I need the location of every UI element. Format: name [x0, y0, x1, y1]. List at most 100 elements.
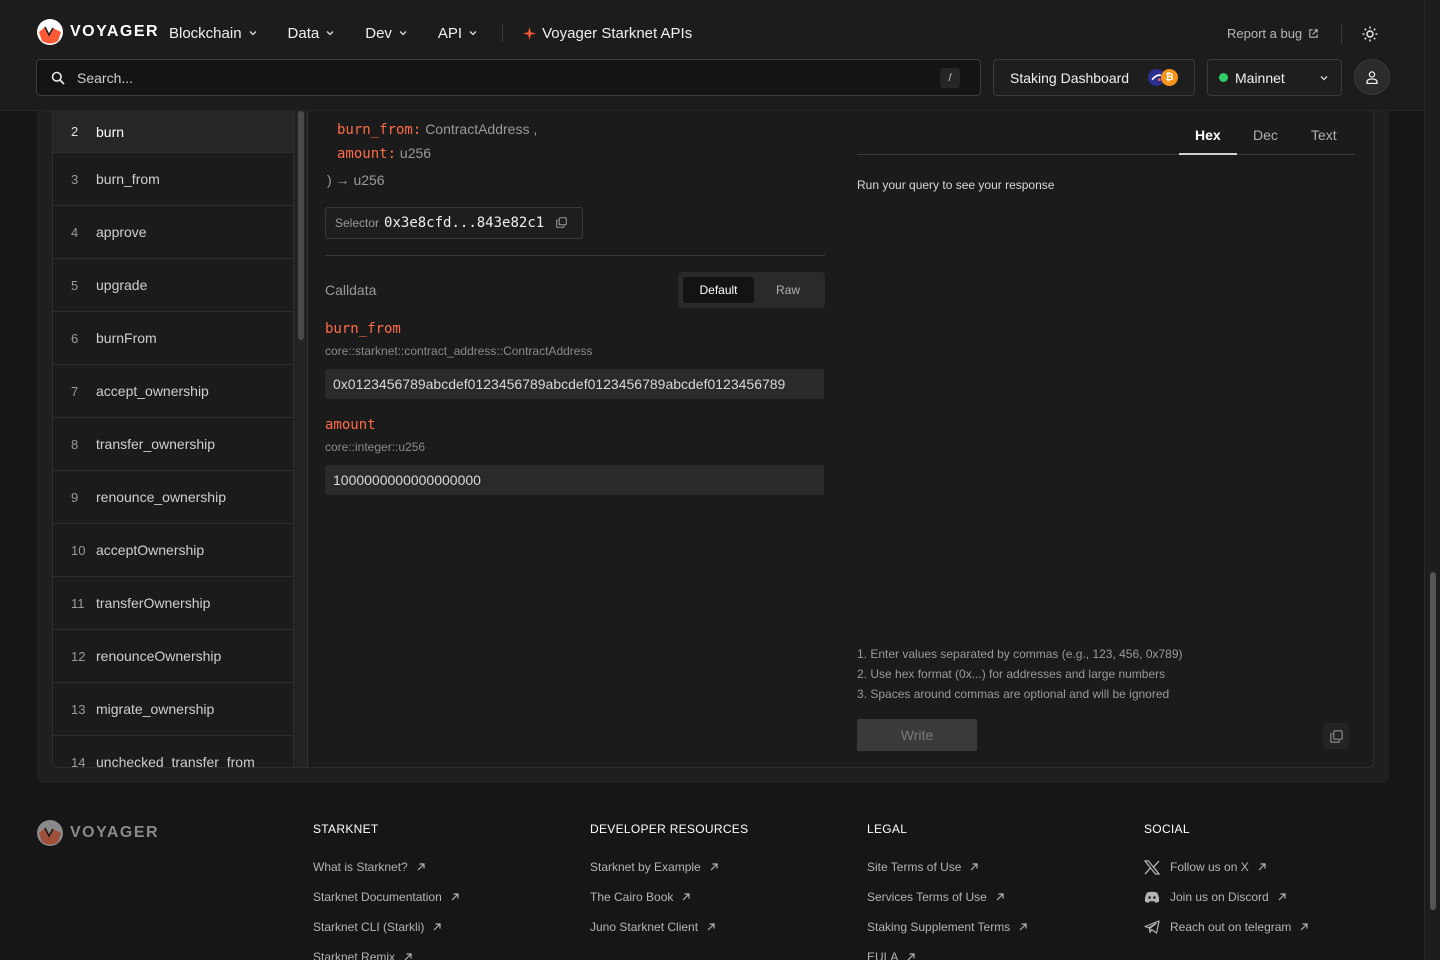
selector-box: Selector 0x3e8cfd...843e82c1 — [325, 207, 583, 239]
copy-icon[interactable] — [556, 215, 567, 231]
footer-link[interactable]: Services Terms of Use — [867, 882, 1028, 912]
footer-column-title: DEVELOPER RESOURCES — [590, 822, 749, 836]
function-name: accept_ownership — [96, 383, 209, 399]
selector-label: Selector — [335, 216, 380, 230]
arrow-up-right-icon — [1300, 923, 1309, 931]
arrow-up-right-icon — [1258, 863, 1266, 871]
nav-starknet-apis[interactable]: Voyager Starknet APIs — [523, 25, 692, 42]
link-label: Join us on Discord — [1170, 890, 1269, 904]
function-item-burnfrom[interactable]: 6 burnFrom — [53, 312, 293, 365]
burn-from-input[interactable]: 0x0123456789abcdef0123456789abcdef012345… — [325, 369, 824, 399]
function-index: 10 — [71, 542, 86, 558]
promo-label: Voyager Starknet APIs — [542, 24, 693, 42]
footer-link[interactable]: Starknet Remix — [313, 942, 460, 960]
tab-dec[interactable]: Dec — [1253, 127, 1278, 143]
footer-link[interactable]: Join us on Discord — [1144, 882, 1309, 912]
link-label: Reach out on telegram — [1170, 920, 1292, 934]
function-item-acceptownership[interactable]: 10 acceptOwnership — [53, 524, 293, 577]
function-list-scrollbar[interactable] — [294, 111, 308, 767]
scrollbar-thumb[interactable] — [1430, 572, 1436, 910]
network-selector[interactable]: Mainnet — [1207, 59, 1342, 96]
network-label: Mainnet — [1235, 69, 1285, 86]
nav-label: Data — [287, 24, 320, 42]
user-account-button[interactable] — [1354, 59, 1390, 95]
user-icon — [1366, 70, 1378, 84]
theme-toggle-button[interactable] — [1360, 24, 1380, 44]
footer-column-legal: LEGAL Site Terms of Use Services Terms o… — [867, 822, 1028, 960]
arg-type: core::integer::u256 — [325, 440, 426, 454]
footer-link[interactable]: Juno Starknet Client — [590, 912, 748, 942]
voyager-logo-icon — [37, 19, 63, 45]
section-divider — [325, 255, 825, 256]
nav-data[interactable]: Data — [288, 25, 336, 42]
mode-raw-button[interactable]: Raw — [758, 277, 818, 303]
function-item-unchecked-transfer-from[interactable]: 14 unchecked_transfer_from — [53, 736, 293, 768]
footer-link[interactable]: Starknet by Example — [590, 852, 748, 882]
function-name: upgrade — [96, 277, 148, 293]
arrow-up-right-icon — [451, 893, 459, 901]
footer-link[interactable]: Reach out on telegram — [1144, 912, 1309, 942]
footer-logo[interactable]: VOYAGER — [36, 820, 159, 846]
function-index: 6 — [71, 330, 79, 346]
function-index: 14 — [71, 754, 86, 768]
function-index: 8 — [71, 436, 79, 452]
amount-input[interactable]: 1000000000000000000 — [325, 465, 824, 495]
function-details: burn_from: ContractAddress , amount: u25… — [325, 111, 827, 767]
function-item-transfer-ownership[interactable]: 8 transfer_ownership — [53, 418, 293, 471]
function-item-transferownership[interactable]: 11 transferOwnership — [53, 577, 293, 630]
footer-link[interactable]: EULA — [867, 942, 1028, 960]
function-item-burn[interactable]: 2 burn — [53, 111, 293, 153]
footer-link[interactable]: What is Starknet? — [313, 852, 460, 882]
tab-text[interactable]: Text — [1311, 127, 1337, 143]
nav-api[interactable]: API — [438, 25, 478, 42]
function-item-burn-from[interactable]: 3 burn_from — [53, 153, 293, 206]
scrollbar-thumb[interactable] — [298, 111, 304, 340]
page-scrollbar[interactable] — [1424, 0, 1440, 960]
selector-value: 0x3e8cfd...843e82c1 — [384, 215, 545, 231]
function-item-renounceownership[interactable]: 12 renounceOwnership — [53, 630, 293, 683]
voyager-logo-icon — [37, 820, 63, 846]
function-item-upgrade[interactable]: 5 upgrade — [53, 259, 293, 312]
staking-dashboard-button[interactable]: Staking Dashboard ₿ — [993, 59, 1195, 96]
header-divider — [1341, 24, 1342, 44]
link-label: Staking Supplement Terms — [867, 920, 1011, 934]
link-label: The Cairo Book — [590, 890, 674, 904]
nav-label: Dev — [365, 24, 392, 42]
input-hint: 1. Enter values separated by commas (e.g… — [857, 647, 1183, 661]
footer-link[interactable]: The Cairo Book — [590, 882, 748, 912]
nav-label: Blockchain — [169, 24, 242, 42]
function-item-migrate-ownership[interactable]: 13 migrate_ownership — [53, 683, 293, 736]
search-shortcut-key: / — [940, 68, 960, 88]
function-index: 13 — [71, 701, 86, 717]
footer-link[interactable]: Starknet Documentation — [313, 882, 460, 912]
search-input[interactable] — [77, 69, 917, 86]
write-function-card: 2 burn 3 burn_from 4 approve 5 upgrade 6… — [52, 111, 1374, 768]
nav-dev[interactable]: Dev — [365, 25, 408, 42]
function-item-approve[interactable]: 4 approve — [53, 206, 293, 259]
search-icon — [51, 71, 65, 85]
tab-hex[interactable]: Hex — [1195, 127, 1221, 143]
footer-link[interactable]: Site Terms of Use — [867, 852, 1028, 882]
copy-response-button[interactable] — [1323, 723, 1349, 749]
search-bar[interactable]: / — [36, 59, 981, 96]
link-label: What is Starknet? — [313, 860, 408, 874]
function-item-accept-ownership[interactable]: 7 accept_ownership — [53, 365, 293, 418]
external-link-icon — [1309, 29, 1318, 38]
arg-type: core::starknet::contract_address::Contra… — [325, 344, 593, 358]
input-hint: 3. Spaces around commas are optional and… — [857, 687, 1170, 701]
nav-blockchain[interactable]: Blockchain — [169, 25, 258, 42]
sun-icon — [1362, 26, 1378, 42]
link-label: Starknet CLI (Starkli) — [313, 920, 425, 934]
voyager-logo[interactable]: VOYAGER — [36, 19, 159, 45]
mode-default-button[interactable]: Default — [683, 277, 754, 303]
footer-link[interactable]: Starknet CLI (Starkli) — [313, 912, 460, 942]
function-name: transferOwnership — [96, 595, 211, 611]
signature-param: amount: u256 — [337, 145, 431, 162]
write-button[interactable]: Write — [857, 719, 977, 751]
report-bug-link[interactable]: Report a bug — [1227, 26, 1319, 41]
footer-link[interactable]: Staking Supplement Terms — [867, 912, 1028, 942]
footer-link[interactable]: Follow us on X — [1144, 852, 1309, 882]
function-item-renounce-ownership[interactable]: 9 renounce_ownership — [53, 471, 293, 524]
input-hint: 2. Use hex format (0x...) for addresses … — [857, 667, 1166, 681]
footer-column-title: SOCIAL — [1144, 822, 1190, 836]
